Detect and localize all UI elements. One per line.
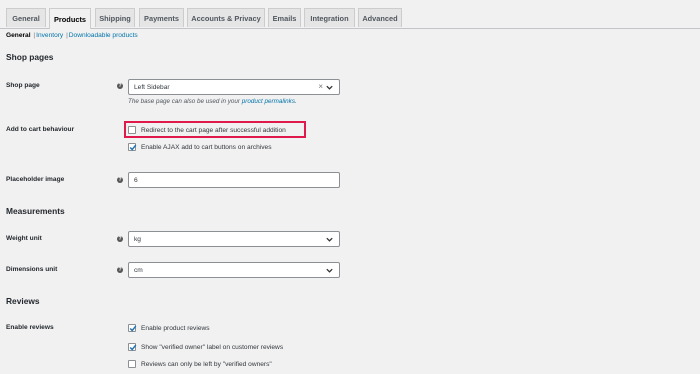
redirect-checkbox-row[interactable]: Redirect to the cart page after successf… xyxy=(128,125,286,135)
subnav-general[interactable]: General xyxy=(6,32,31,39)
section-subnav: General |Inventory |Downloadable product… xyxy=(6,32,138,39)
chevron-down-icon xyxy=(326,85,333,90)
weight-unit-select[interactable]: kg xyxy=(128,231,340,247)
tab-advanced[interactable]: Advanced xyxy=(358,8,402,27)
product-reviews-checkbox[interactable] xyxy=(128,324,137,332)
placeholder-image-label: Placeholder image xyxy=(6,176,65,183)
product-reviews-checkbox-row[interactable]: Enable product reviews xyxy=(128,323,210,333)
placeholder-image-value: 6 xyxy=(134,176,138,184)
product-permalinks-link[interactable]: product permalinks xyxy=(242,98,295,105)
tab-shipping[interactable]: Shipping xyxy=(95,8,135,27)
clear-icon[interactable]: × xyxy=(318,82,323,91)
section-heading-shop-pages: Shop pages xyxy=(6,52,54,62)
ajax-checkbox[interactable] xyxy=(128,143,137,151)
add-to-cart-label: Add to cart behaviour xyxy=(6,126,75,133)
weight-unit-value: kg xyxy=(134,235,141,243)
shop-page-select[interactable]: Left Sidebar × xyxy=(128,79,340,95)
verified-only-label: Reviews can only be left by "verified ow… xyxy=(141,360,272,368)
tab-payments[interactable]: Payments xyxy=(139,8,184,27)
shop-page-value: Left Sidebar xyxy=(134,83,170,91)
tab-products[interactable]: Products xyxy=(49,8,91,29)
verified-label-checkbox[interactable] xyxy=(128,343,137,351)
dimensions-unit-label: Dimensions unit xyxy=(6,266,58,273)
redirect-label: Redirect to the cart page after successf… xyxy=(141,126,286,134)
redirect-checkbox[interactable] xyxy=(128,126,136,134)
placeholder-image-input[interactable]: 6 xyxy=(128,172,340,188)
shop-page-desc-text: The base page can also be used in your xyxy=(128,98,241,105)
help-icon[interactable]: ? xyxy=(117,177,123,183)
enable-reviews-label: Enable reviews xyxy=(6,324,54,331)
tab-emails[interactable]: Emails xyxy=(268,8,301,27)
ajax-label: Enable AJAX add to cart buttons on archi… xyxy=(141,143,272,151)
help-icon[interactable]: ? xyxy=(117,267,123,273)
shop-page-description: The base page can also be used in your p… xyxy=(128,98,297,105)
tab-integration[interactable]: Integration xyxy=(304,8,355,27)
checkmark-icon xyxy=(129,144,137,151)
checkmark-icon xyxy=(129,344,137,351)
chevron-down-icon xyxy=(326,237,333,242)
tab-accounts-privacy[interactable]: Accounts & Privacy xyxy=(187,8,265,27)
verified-only-checkbox[interactable] xyxy=(128,360,136,368)
chevron-down-icon xyxy=(326,268,333,273)
settings-tabs: General Products Shipping Payments Accou… xyxy=(0,8,700,29)
weight-unit-label: Weight unit xyxy=(6,235,42,242)
product-reviews-label: Enable product reviews xyxy=(141,324,210,332)
subnav-inventory[interactable]: Inventory xyxy=(36,32,63,39)
subnav-downloadable-products[interactable]: Downloadable products xyxy=(69,32,138,39)
shop-page-label: Shop page xyxy=(6,82,40,89)
verified-label-checkbox-row[interactable]: Show "verified owner" label on customer … xyxy=(128,342,283,352)
verified-label-text: Show "verified owner" label on customer … xyxy=(141,343,284,351)
help-icon[interactable]: ? xyxy=(117,83,123,89)
section-heading-reviews: Reviews xyxy=(6,296,40,306)
dimensions-unit-value: cm xyxy=(134,266,143,274)
shop-page-desc-end: . xyxy=(294,98,297,105)
section-heading-measurements: Measurements xyxy=(6,206,65,216)
tab-general[interactable]: General xyxy=(6,8,46,27)
checkmark-icon xyxy=(129,325,137,332)
verified-only-checkbox-row[interactable]: Reviews can only be left by "verified ow… xyxy=(128,359,272,369)
help-icon[interactable]: ? xyxy=(117,236,123,242)
ajax-checkbox-row[interactable]: Enable AJAX add to cart buttons on archi… xyxy=(128,142,272,152)
dimensions-unit-select[interactable]: cm xyxy=(128,262,340,278)
